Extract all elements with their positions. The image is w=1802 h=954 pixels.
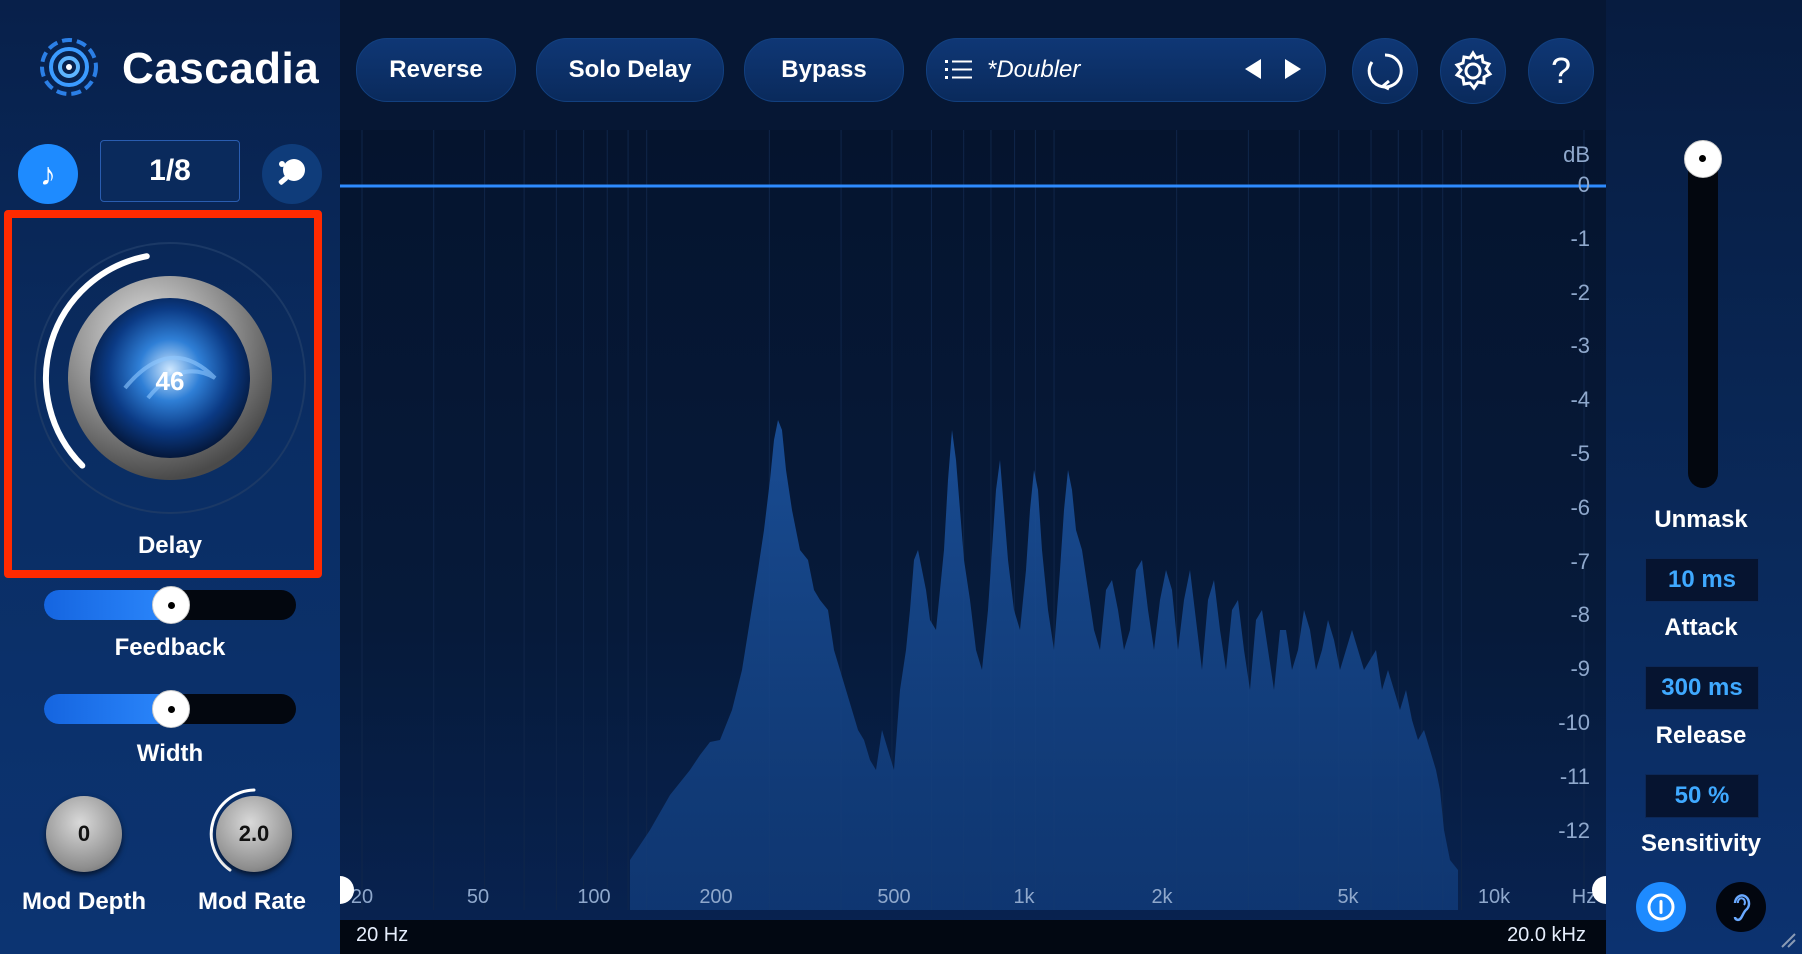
db-tick-label: -6 [1570,494,1590,520]
frequency-tick-label: 20 [350,886,374,908]
sync-division-value: 1/8 [149,154,191,187]
mod-depth-label: Mod Depth [22,888,146,915]
reset-icon [1367,53,1403,91]
width-label: Width [136,740,204,767]
width-slider[interactable] [44,690,296,728]
settings-button[interactable] [1440,38,1506,104]
db-tick-label: -1 [1570,225,1590,251]
solo-delay-button[interactable]: Solo Delay [536,38,724,102]
release-label: Release [1655,722,1747,749]
feedback-thumb[interactable] [152,586,190,624]
help-icon: ? [1550,50,1572,91]
sensitivity-value: 50 % [1674,782,1730,809]
mod-rate-value: 2.0 [238,821,270,846]
bypass-label: Bypass [781,56,867,83]
prev-preset-button[interactable] [1243,57,1263,88]
frequency-bar [340,920,1606,954]
db-unit-label: dB [1563,142,1590,167]
preset-name: *Doubler [987,56,1081,83]
frequency-tick-label: 2k [1151,886,1173,908]
db-tick-label: -5 [1570,441,1590,466]
frequency-tick-label: 50 [466,886,490,908]
reverse-button[interactable]: Reverse [356,38,516,102]
reverse-label: Reverse [389,56,483,83]
frequency-tick-label: 200 [699,886,733,908]
frequency-tick-label: 5k [1337,886,1359,908]
attack-value: 10 ms [1667,566,1737,593]
db-tick-label: 0 [1577,172,1590,197]
next-icon [1285,59,1301,79]
ear-icon [1733,894,1751,922]
note-icon: ♪ [40,155,56,192]
help-button[interactable]: ? [1528,38,1594,104]
note-sync-button[interactable]: ♪ [18,144,78,204]
preset-selector[interactable]: *Doubler [926,38,1326,102]
delay-value: 46 [155,366,185,396]
next-preset-button[interactable] [1283,57,1303,88]
power-button[interactable] [1636,882,1686,932]
unmask-thumb[interactable] [1684,140,1722,178]
unmask-slider[interactable] [1684,140,1722,488]
db-tick-label: -7 [1570,548,1590,574]
db-tick-label: -4 [1570,387,1590,413]
ping-pong-button[interactable] [262,144,322,204]
frequency-tick-label: 500 [877,886,911,908]
mod-rate-knob[interactable]: 2.0 [216,796,292,872]
db-tick-label: -11 [1559,763,1590,789]
release-field[interactable]: 300 ms [1645,666,1759,710]
feedback-label: Feedback [114,634,226,661]
frequency-tick-label: 10k [1477,886,1511,908]
db-tick-label: -3 [1570,333,1590,359]
listen-button[interactable] [1716,882,1766,932]
mod-rate-label: Mod Rate [198,888,306,915]
gear-icon [1454,50,1493,91]
sensitivity-label: Sensitivity [1640,830,1762,857]
attack-field[interactable]: 10 ms [1645,558,1759,602]
reset-button[interactable] [1352,38,1418,104]
range-end-label: 20.0 kHz [1507,924,1586,946]
cascadia-logo-icon [36,34,102,100]
solo-delay-label: Solo Delay [568,56,692,83]
sync-division-field[interactable]: 1/8 [100,140,240,202]
spectrum-area [630,420,1458,910]
db-tick-label: -10 [1558,710,1590,735]
frequency-tick-label: 100 [577,886,611,908]
mod-depth-knob[interactable]: 0 [46,796,122,872]
release-value: 300 ms [1661,674,1743,701]
attack-label: Attack [1664,614,1738,641]
db-tick-label: -9 [1570,656,1590,682]
prev-icon [1245,59,1261,79]
list-icon[interactable] [945,59,973,81]
db-tick-label: -8 [1570,602,1590,628]
db-tick-label: -2 [1570,279,1590,305]
unmask-label: Unmask [1654,506,1748,533]
frequency-tick-label: 1k [1013,886,1035,908]
spectrum-display[interactable]: dB 0 -1 -2 -3 -4 -5 -6 -7 -8 -9 -10 -11 -12 20 50 100 20… [340,130,1606,954]
mod-depth-value: 0 [77,821,91,846]
width-thumb[interactable] [152,690,190,728]
sensitivity-field[interactable]: 50 % [1645,774,1759,818]
resize-grip[interactable] [1778,930,1796,948]
power-icon [1647,893,1675,921]
delay-label: Delay [137,532,203,559]
feedback-slider[interactable] [44,586,296,624]
left-panel: Cascadia ♪ 1/8 46 Delay Feedback Width 0… [0,0,340,954]
db-tick-label: -12 [1558,817,1590,843]
app-title: Cascadia [122,44,320,93]
ping-pong-icon [278,159,305,185]
range-start-label: 20 Hz [356,924,409,946]
bypass-button[interactable]: Bypass [744,38,904,102]
